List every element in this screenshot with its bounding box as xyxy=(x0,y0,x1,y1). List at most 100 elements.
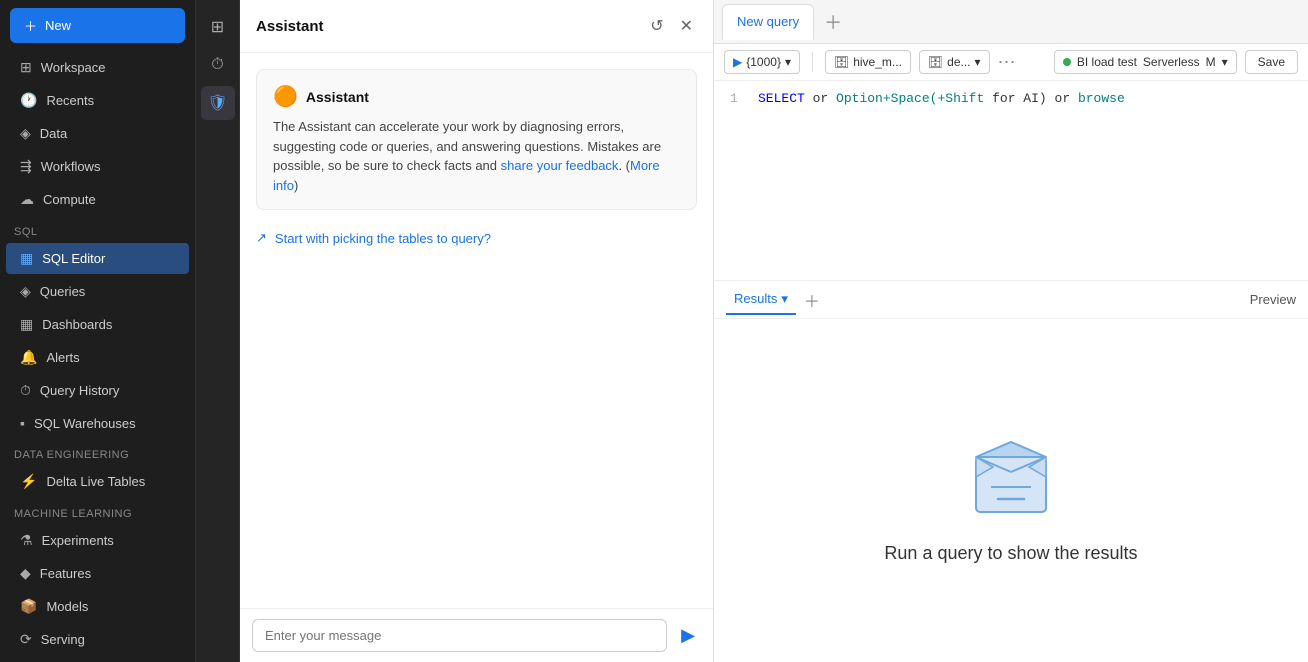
alerts-item[interactable]: 🔔 Alerts xyxy=(6,342,189,373)
cluster-status-dot xyxy=(1063,58,1071,66)
cluster-dropdown-icon: ▾ xyxy=(1222,55,1228,69)
delta-live-tables-item[interactable]: ⚡ Delta Live Tables xyxy=(6,466,189,497)
new-button[interactable]: ＋ New xyxy=(10,8,185,43)
dashboards-icon: ▦ xyxy=(20,316,33,333)
cluster-type: Serverless xyxy=(1143,55,1200,69)
run-button[interactable]: ▶ {1000} ▾ xyxy=(724,50,800,74)
assistant-message-card: 🟠 Assistant The Assistant can accelerate… xyxy=(256,69,697,210)
schema-selector[interactable]: 🗄 de... ▾ xyxy=(919,50,990,74)
select-keyword: SELECT xyxy=(758,91,805,106)
assistant-message-input[interactable] xyxy=(252,619,667,652)
query-history-label: Query History xyxy=(40,383,119,398)
models-item[interactable]: 📦 Models xyxy=(6,591,189,622)
code-editor[interactable]: 1 SELECT or Option+Space(+Shift for AI) … xyxy=(714,81,1308,281)
recents-label: Recents xyxy=(46,93,94,108)
empty-state-illustration xyxy=(956,417,1066,527)
sql-warehouses-icon: ▪ xyxy=(20,415,25,431)
alerts-icon: 🔔 xyxy=(20,349,37,366)
results-area: Results ▾ ＋ Preview xyxy=(714,281,1308,662)
new-button-label: New xyxy=(45,18,71,33)
data-label: Data xyxy=(40,126,67,141)
assistant-message-name: Assistant xyxy=(306,89,369,105)
workflows-item[interactable]: ⇶ Workflows xyxy=(6,151,189,182)
delta-live-tables-icon: ⚡ xyxy=(20,473,37,490)
toolbar-more-button[interactable]: ⋯ xyxy=(998,52,1016,73)
assistant-suggestion[interactable]: ↗ Start with picking the tables to query… xyxy=(256,222,697,254)
tab-new-query-label: New query xyxy=(737,14,799,29)
catalog-label: hive_m... xyxy=(853,55,902,69)
serving-icon: ⟳ xyxy=(20,631,32,648)
editor-content-1: SELECT or Option+Space(+Shift for AI) or… xyxy=(758,91,1125,106)
data-item[interactable]: ◈ Data xyxy=(6,118,189,149)
run-play-icon: ▶ xyxy=(733,55,742,69)
data-icon: ◈ xyxy=(20,125,31,142)
compute-item[interactable]: ☁ Compute xyxy=(6,184,189,215)
sql-editor-label: SQL Editor xyxy=(42,251,105,266)
assistant-title: Assistant xyxy=(256,18,638,35)
sql-warehouses-item[interactable]: ▪ SQL Warehouses xyxy=(6,408,189,438)
assistant-header: Assistant ↺ ✕ xyxy=(240,0,713,53)
editor-or2: or xyxy=(1055,91,1071,106)
query-history-icon: ⏱ xyxy=(20,382,31,399)
assistant-panel: Assistant ↺ ✕ 🟠 Assistant The Assistant … xyxy=(240,0,714,662)
catalog-selector[interactable]: 🗄 hive_m... xyxy=(825,50,911,74)
shield-panel-btn[interactable]: 🛡 xyxy=(201,86,235,120)
results-tab-add-button[interactable]: ＋ xyxy=(804,288,820,312)
results-tab-label: Results xyxy=(734,291,777,306)
workflows-icon: ⇶ xyxy=(20,158,32,175)
tab-add-button[interactable]: ＋ xyxy=(818,7,848,37)
experiments-item[interactable]: ⚗ Experiments xyxy=(6,525,189,556)
suggestion-text: Start with picking the tables to query? xyxy=(275,231,491,246)
empty-state-text: Run a query to show the results xyxy=(884,543,1137,564)
results-preview-button[interactable]: Preview xyxy=(1250,292,1296,307)
features-label: Features xyxy=(40,566,91,581)
ml-section-label: Machine Learning xyxy=(0,498,195,524)
schema-label: de... xyxy=(947,55,970,69)
tab-new-query[interactable]: New query xyxy=(722,4,814,40)
assistant-send-button[interactable]: ▶ xyxy=(675,621,701,650)
queries-icon: ◈ xyxy=(20,283,31,300)
results-tab-dropdown-icon: ▾ xyxy=(781,291,788,307)
toolbar-separator-1 xyxy=(812,52,813,72)
features-item[interactable]: ◆ Features xyxy=(6,558,189,589)
more-icon: ⋯ xyxy=(998,52,1016,72)
queries-label: Queries xyxy=(40,284,86,299)
serving-label: Serving xyxy=(41,632,85,647)
assistant-message-header: 🟠 Assistant xyxy=(273,84,680,109)
recents-item[interactable]: 🕐 Recents xyxy=(6,85,189,116)
workspace-item[interactable]: ⊞ Workspace xyxy=(6,52,189,83)
editor-for-kw-text: for AI) xyxy=(992,91,1047,106)
history-panel-btn[interactable]: ⏱ xyxy=(201,48,235,82)
results-tab[interactable]: Results ▾ xyxy=(726,285,796,315)
compute-icon: ☁ xyxy=(20,191,34,208)
sql-editor-icon: ▦ xyxy=(20,250,33,267)
cluster-status-indicator: BI load test Serverless M ▾ xyxy=(1054,50,1237,74)
workflows-label: Workflows xyxy=(41,159,101,174)
editor-toolbar: ▶ {1000} ▾ 🗄 hive_m... 🗄 de... ▾ ⋯ BI lo… xyxy=(714,44,1308,81)
grid-panel-btn[interactable]: ⊞ xyxy=(201,10,235,44)
delta-live-tables-label: Delta Live Tables xyxy=(46,474,145,489)
sql-warehouses-label: SQL Warehouses xyxy=(34,416,136,431)
queries-item[interactable]: ◈ Queries xyxy=(6,276,189,307)
schema-dropdown-icon: ▾ xyxy=(975,55,981,69)
plus-icon: ＋ xyxy=(24,16,37,35)
assistant-refresh-btn[interactable]: ↺ xyxy=(646,14,667,38)
experiments-icon: ⚗ xyxy=(20,532,33,549)
dashboards-item[interactable]: ▦ Dashboards xyxy=(6,309,189,340)
assistant-text-before-link2: . ( xyxy=(618,158,630,173)
run-limit-label: {1000} xyxy=(746,55,781,69)
cluster-mode: M xyxy=(1206,55,1216,69)
editor-browse-kw: browse xyxy=(1078,91,1125,106)
assistant-feedback-link[interactable]: share your feedback xyxy=(501,158,619,173)
catalog-db-icon: 🗄 xyxy=(834,55,849,69)
serving-item[interactable]: ⟳ Serving xyxy=(6,624,189,655)
sql-editor-item[interactable]: ▦ SQL Editor xyxy=(6,243,189,274)
query-history-item[interactable]: ⏱ Query History xyxy=(6,375,189,406)
save-button[interactable]: Save xyxy=(1245,50,1298,74)
workspace-icon: ⊞ xyxy=(20,59,32,76)
assistant-close-btn[interactable]: ✕ xyxy=(676,14,697,38)
results-content: Run a query to show the results xyxy=(714,319,1308,662)
models-label: Models xyxy=(46,599,88,614)
alerts-label: Alerts xyxy=(46,350,79,365)
sidebar: ＋ New ⊞ Workspace 🕐 Recents ◈ Data ⇶ Wor… xyxy=(0,0,196,662)
